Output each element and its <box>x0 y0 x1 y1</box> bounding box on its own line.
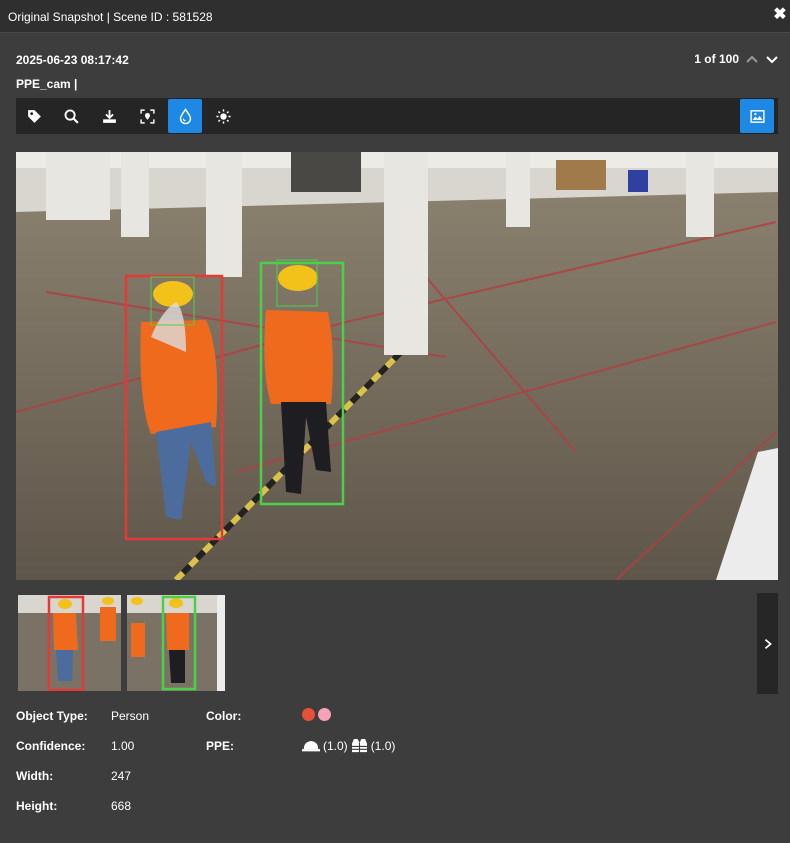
image-view-button[interactable] <box>740 99 774 133</box>
object-type-label: Object Type: <box>16 709 88 723</box>
ppe-label: PPE: <box>206 739 235 753</box>
pager-count: 1 of 100 <box>694 52 739 66</box>
water-drop-icon <box>179 107 191 124</box>
height-label: Height: <box>16 799 58 813</box>
download-icon <box>102 109 116 123</box>
thumbnail-1[interactable] <box>18 595 121 691</box>
chevron-right-icon <box>764 638 772 649</box>
chevron-down-icon[interactable] <box>765 52 779 66</box>
tag-icon <box>27 109 41 123</box>
focus-location-icon <box>139 108 155 124</box>
toolbar <box>16 98 778 134</box>
height-value: 668 <box>111 799 132 813</box>
snapshot-timestamp: 2025-06-23 08:17:42 <box>16 53 129 67</box>
image-icon <box>749 109 765 123</box>
object-type-value: Person <box>111 709 150 723</box>
confidence-label: Confidence: <box>16 739 86 753</box>
ppe-vest-value: (1.0) <box>370 738 396 753</box>
color-swatch-pink <box>318 708 331 722</box>
water-drop-button[interactable] <box>168 99 202 133</box>
close-icon[interactable]: ✖ <box>773 7 787 23</box>
width-value: 247 <box>111 769 132 783</box>
color-swatch-red <box>302 708 315 722</box>
thumbnails-next-button[interactable] <box>757 593 778 694</box>
thumbnail-strip <box>18 595 225 691</box>
safety-vest-icon <box>351 738 367 753</box>
color-swatches <box>302 707 334 722</box>
confidence-value: 1.00 <box>111 739 135 753</box>
width-label: Width: <box>16 769 54 783</box>
search-icon <box>64 109 79 124</box>
snapshot-image <box>16 152 778 580</box>
color-label: Color: <box>206 709 242 723</box>
camera-name: PPE_cam | <box>16 77 78 91</box>
ppe-values: (1.0) (1.0) <box>302 738 395 753</box>
window-title: Original Snapshot | Scene ID : 581528 <box>8 10 213 24</box>
title-bar: Original Snapshot | Scene ID : 581528 ✖ <box>0 0 790 33</box>
brightness-icon <box>215 108 231 124</box>
zoom-button[interactable] <box>54 99 88 133</box>
thumbnail-2[interactable] <box>121 595 225 691</box>
focus-location-button[interactable] <box>130 99 164 133</box>
pager: 1 of 100 <box>694 52 779 66</box>
brightness-button[interactable] <box>206 99 240 133</box>
chevron-up-icon[interactable] <box>745 52 759 66</box>
tag-button[interactable] <box>17 99 51 133</box>
download-button[interactable] <box>92 99 126 133</box>
ppe-helmet-value: (1.0) <box>323 738 348 753</box>
hard-hat-icon <box>302 741 320 752</box>
